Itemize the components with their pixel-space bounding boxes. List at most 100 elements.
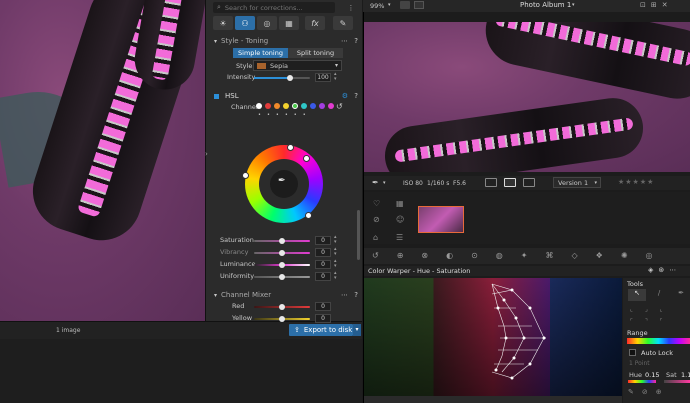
histogram-icon[interactable] xyxy=(504,178,516,187)
eyedropper-icon[interactable]: ✒ xyxy=(278,176,286,186)
mixer-slider-knob[interactable] xyxy=(279,316,285,322)
hsl-slider-knob[interactable] xyxy=(279,250,285,256)
grid-view-icon[interactable]: ▦ xyxy=(396,199,404,208)
hsl-slider[interactable] xyxy=(254,262,310,268)
tab-color[interactable]: ⚇ xyxy=(235,16,255,30)
channel-dot[interactable] xyxy=(310,103,316,109)
channel-dot[interactable] xyxy=(274,103,280,109)
intensity-knob[interactable] xyxy=(287,75,293,81)
hsl-slider-knob[interactable] xyxy=(279,238,285,244)
tool-select-icon[interactable]: ↖ xyxy=(628,289,646,301)
palette-tool-icon[interactable]: ❖ xyxy=(596,251,603,260)
wheel-handle-4[interactable] xyxy=(305,212,312,219)
hsl-value[interactable]: 0 xyxy=(315,236,331,245)
reset-icon[interactable]: ↺ xyxy=(336,102,343,111)
palette-tool-icon[interactable]: ⊗ xyxy=(421,251,428,260)
flag-icon[interactable]: ♡ xyxy=(373,199,380,208)
tab-simple-toning[interactable]: Simple toning xyxy=(233,48,288,58)
hsl-slider-knob[interactable] xyxy=(279,274,285,280)
toning-help-icon[interactable]: ? xyxy=(354,37,358,45)
palette-tool-icon[interactable]: ◍ xyxy=(496,251,503,260)
wheel-handle-1[interactable] xyxy=(287,144,294,151)
info-icon[interactable] xyxy=(523,178,535,187)
tab-detail[interactable]: ◎ xyxy=(257,16,277,30)
hsl-spinner[interactable]: ▴ ▾ xyxy=(334,271,337,281)
sat-value[interactable]: 1.1 xyxy=(681,371,690,379)
wheel-handle-2[interactable] xyxy=(303,155,310,162)
search-input[interactable]: ⌕ Search for corrections... xyxy=(213,2,335,13)
palette-tool-icon[interactable]: ✦ xyxy=(521,251,528,260)
warper-icons[interactable]: ◈⊛⋯ xyxy=(648,266,681,274)
hsl-slider[interactable] xyxy=(254,238,310,244)
mixer-help-icon[interactable]: ? xyxy=(354,291,358,299)
rating-stars[interactable]: ★★★★★ xyxy=(618,178,654,186)
toning-menu-icon[interactable]: ⋯ xyxy=(341,37,348,45)
photo-preview-right[interactable] xyxy=(364,22,690,172)
sat-slider[interactable] xyxy=(664,380,690,383)
palette-tool-icon[interactable]: ◇ xyxy=(571,251,577,260)
intensity-spinner[interactable]: ▴ ▾ xyxy=(334,72,337,82)
palette-tool-icon[interactable]: ⊕ xyxy=(397,251,404,260)
channel-dot[interactable] xyxy=(328,103,334,109)
palette-tool-icon[interactable]: ⌘ xyxy=(545,251,553,260)
hsl-spinner[interactable]: ▴ ▾ xyxy=(334,235,337,245)
hsl-help-icon[interactable]: ? xyxy=(354,92,358,100)
palette-tool-icon[interactable]: ◎ xyxy=(646,251,653,260)
palette-icons[interactable]: ↺ ⊕ ⊗ ◐ ⊙ ◍ ✦ ⌘ ◇ ❖ ✺ ◎ xyxy=(372,251,653,260)
hsl-spinner[interactable]: ▴ ▾ xyxy=(334,247,337,257)
range-spectrum[interactable] xyxy=(627,338,690,344)
version-select[interactable]: Version 1 ▾ xyxy=(553,177,601,188)
channel-dot[interactable] xyxy=(265,103,271,109)
hsl-value[interactable]: 0 xyxy=(315,272,331,281)
people-icon[interactable]: ☺ xyxy=(396,215,404,224)
mixer-menu-icon[interactable]: ⋯ xyxy=(341,291,348,299)
compare-icon[interactable] xyxy=(414,1,424,9)
reject-icon[interactable]: ⊘ xyxy=(373,215,380,224)
hsl-toggle[interactable] xyxy=(214,93,219,99)
intensity-slider[interactable] xyxy=(254,75,310,81)
list-icon[interactable]: ☰ xyxy=(396,233,403,242)
hsl-header[interactable]: HSL ⚙ ? xyxy=(214,91,360,101)
hue-value[interactable]: 0.15 xyxy=(645,371,659,379)
tab-light[interactable]: ☀ xyxy=(213,16,233,30)
filmstrip-thumbnail[interactable] xyxy=(418,206,464,233)
channel-dot[interactable] xyxy=(319,103,325,109)
toning-header[interactable]: ▾ Style - Toning ⋯ ? xyxy=(214,36,360,46)
more-icon[interactable]: ⋮ xyxy=(346,2,356,13)
intensity-value[interactable]: 100 xyxy=(315,73,331,82)
autolock-checkbox[interactable] xyxy=(629,349,636,356)
window-controls[interactable]: ⊡⊞✕ xyxy=(640,1,673,9)
mixer-header[interactable]: ▾ Channel Mixer ⋯ ? xyxy=(214,290,360,300)
hsl-slider[interactable] xyxy=(254,274,310,280)
channel-dot[interactable] xyxy=(301,103,307,109)
channel-dot[interactable] xyxy=(283,103,289,109)
wheel-handle-3[interactable] xyxy=(242,172,249,179)
tab-geometry[interactable]: ▦ xyxy=(279,16,299,30)
hsl-slider-knob[interactable] xyxy=(279,262,285,268)
tool-picker-icon[interactable]: ✒ xyxy=(672,289,690,301)
tool-grid-icons[interactable]: ⌞⌟⌞ ⌜⌝⌜ xyxy=(630,304,674,328)
tab-brush[interactable]: ✎ xyxy=(333,16,353,30)
picker-icon[interactable]: ✒ xyxy=(372,178,379,187)
channel-dot[interactable] xyxy=(292,103,298,109)
warper-grid[interactable] xyxy=(364,278,622,403)
channel-dot[interactable] xyxy=(256,103,262,109)
hsl-slider[interactable] xyxy=(254,250,310,256)
style-select[interactable]: Sepia ▾ xyxy=(253,60,342,71)
tool-pen-icon[interactable]: / xyxy=(650,289,668,301)
album-dropdown-icon[interactable]: ▾ xyxy=(572,2,575,8)
picker-dropdown-icon[interactable]: ▾ xyxy=(383,180,386,186)
tab-local[interactable]: fx xyxy=(305,16,325,30)
channel-picker[interactable] xyxy=(256,103,337,109)
photo-preview-left[interactable] xyxy=(0,0,210,321)
zoom-dropdown-icon[interactable]: ▾ xyxy=(388,2,391,8)
mixer-slider[interactable] xyxy=(254,304,310,310)
overlay-icon[interactable] xyxy=(485,178,497,187)
hsl-spinner[interactable]: ▴ ▾ xyxy=(334,259,337,269)
view-toggle-icon[interactable] xyxy=(400,1,410,9)
mixer-value[interactable]: 0 xyxy=(315,314,331,323)
palette-tool-icon[interactable]: ↺ xyxy=(372,251,379,260)
export-button[interactable]: ⇪ Export to disk xyxy=(289,324,353,336)
export-dropdown[interactable]: ▾ xyxy=(353,324,361,336)
mixer-slider[interactable] xyxy=(254,316,310,322)
